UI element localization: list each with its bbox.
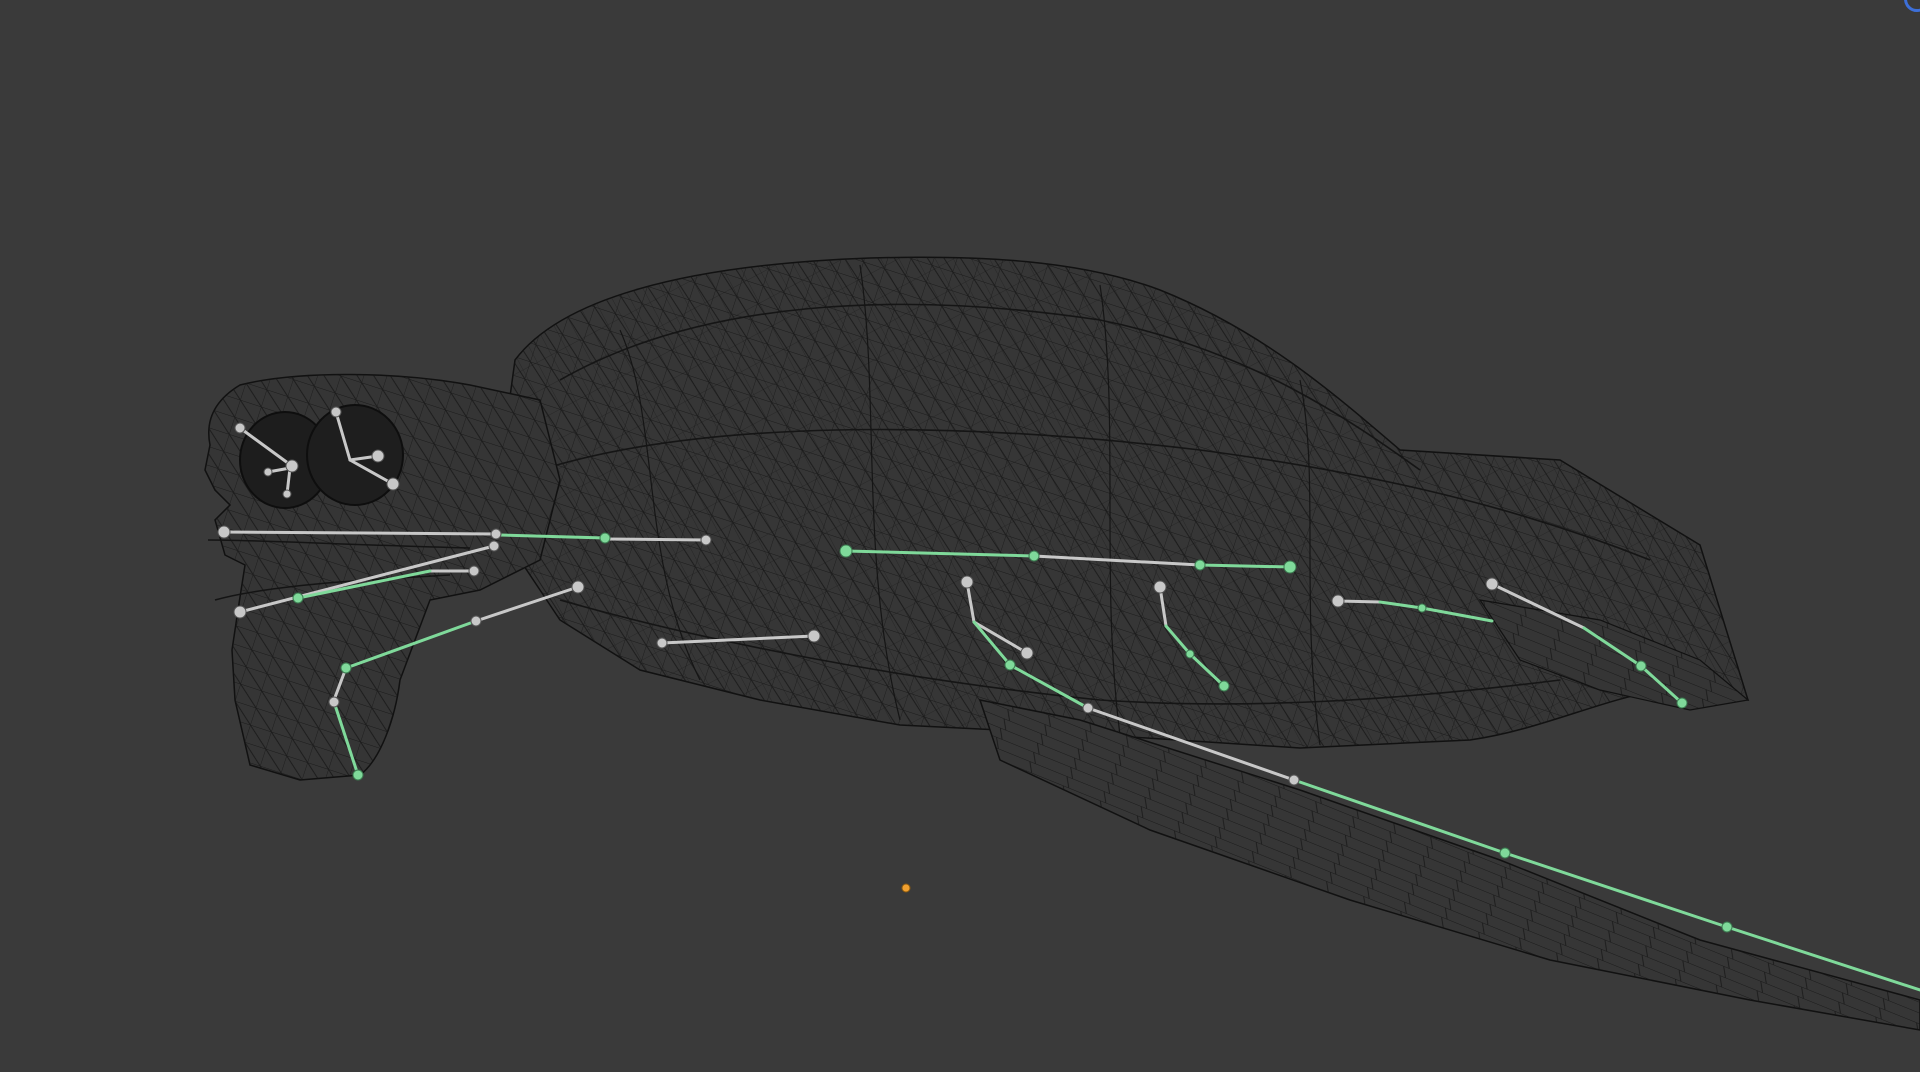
joint[interactable] — [371, 449, 385, 463]
joint-selected[interactable] — [340, 662, 352, 674]
turtle-wireframe-mesh[interactable] — [204, 256, 1920, 1031]
joint-selected[interactable] — [352, 769, 364, 781]
bone-skull[interactable] — [222, 530, 498, 536]
bone-neck-end[interactable] — [603, 537, 708, 542]
joint[interactable] — [1288, 774, 1300, 786]
joint[interactable] — [328, 696, 340, 708]
3d-viewport[interactable] — [0, 0, 1920, 1072]
joint-selected[interactable] — [1004, 659, 1016, 671]
joint[interactable] — [468, 565, 480, 577]
joint[interactable] — [233, 605, 247, 619]
joint[interactable] — [470, 615, 482, 627]
joint[interactable] — [656, 637, 668, 649]
viewport-scene[interactable] — [0, 0, 1920, 1072]
joint[interactable] — [217, 525, 231, 539]
joint[interactable] — [386, 477, 400, 491]
joint[interactable] — [1485, 577, 1499, 591]
joint-selected[interactable] — [1185, 649, 1195, 659]
joint-selected[interactable] — [599, 532, 611, 544]
joint[interactable] — [1153, 580, 1167, 594]
joint-selected[interactable] — [1676, 697, 1688, 709]
joint-selected[interactable] — [1218, 680, 1230, 692]
joint[interactable] — [490, 528, 502, 540]
joint[interactable] — [960, 575, 974, 589]
joint[interactable] — [700, 534, 712, 546]
joint[interactable] — [263, 467, 273, 477]
joint[interactable] — [807, 629, 821, 643]
joint-selected[interactable] — [1635, 660, 1647, 672]
joint[interactable] — [1331, 594, 1345, 608]
joint-selected[interactable] — [1417, 603, 1427, 613]
joint[interactable] — [1020, 646, 1034, 660]
joint-selected[interactable] — [1194, 559, 1206, 571]
joint-selected[interactable] — [839, 544, 853, 558]
joint-selected[interactable] — [1028, 550, 1040, 562]
right-eye-mesh[interactable] — [306, 404, 404, 506]
joint[interactable] — [282, 489, 292, 499]
joint[interactable] — [234, 422, 246, 434]
joint[interactable] — [1082, 702, 1094, 714]
joint-selected[interactable] — [1721, 921, 1733, 933]
joint-selected[interactable] — [292, 592, 304, 604]
joint-selected[interactable] — [1283, 560, 1297, 574]
joint[interactable] — [571, 580, 585, 594]
bone-spine-3[interactable] — [1198, 563, 1292, 569]
object-origin[interactable] — [901, 883, 911, 893]
joint-selected[interactable] — [1499, 847, 1511, 859]
joint[interactable] — [488, 540, 500, 552]
joint[interactable] — [330, 406, 342, 418]
joint[interactable] — [285, 459, 299, 473]
